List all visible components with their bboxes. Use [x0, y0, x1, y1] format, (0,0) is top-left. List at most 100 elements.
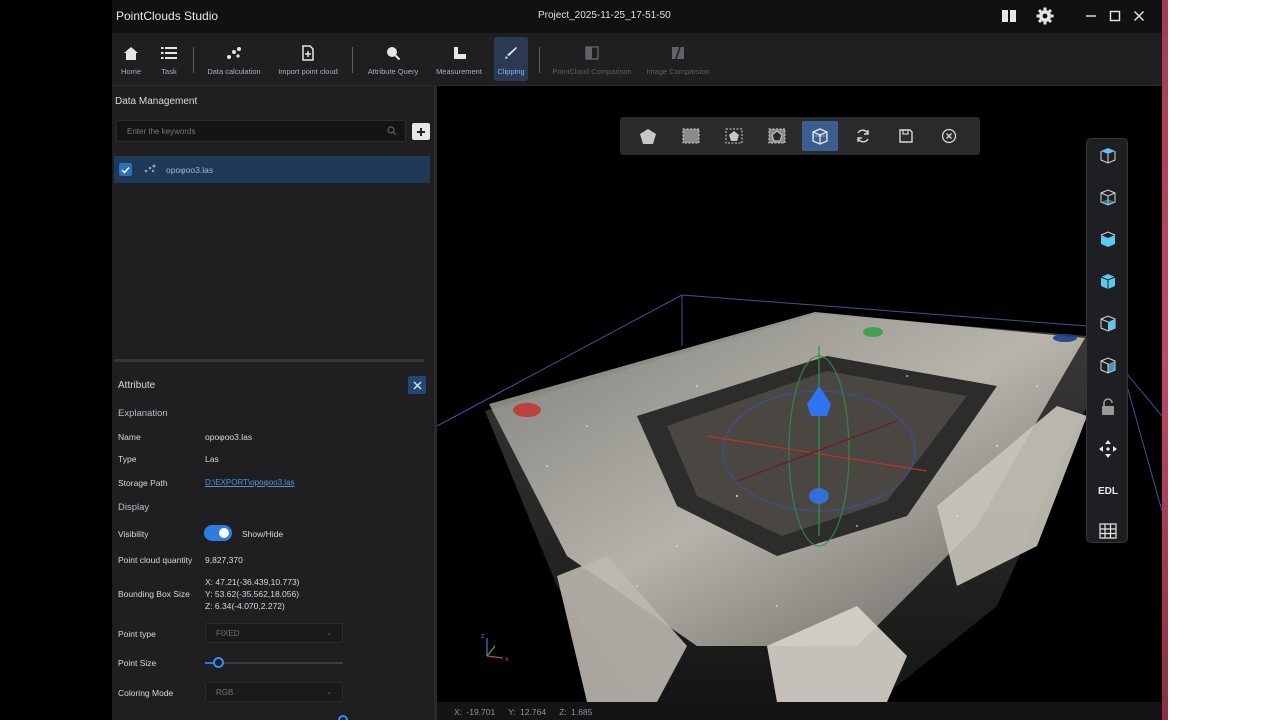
measurement-button[interactable]: Measurement — [432, 37, 486, 81]
image-comparison-label: Image Comparsion — [646, 67, 710, 76]
bounding-box-y: Y: 53.62(-35.562,18.056) — [205, 589, 300, 599]
view-back-cube-icon[interactable] — [1094, 267, 1122, 295]
maximize-icon[interactable] — [1104, 6, 1126, 26]
left-panel: Data Management Enter the keywords ороφо… — [112, 86, 436, 720]
point-size-handle[interactable] — [213, 657, 225, 668]
view-bottom-cube-icon[interactable] — [1094, 183, 1122, 211]
project-title: Project_2025-11-25_17-51-50 — [538, 10, 671, 21]
book-icon[interactable] — [998, 6, 1020, 26]
image-comparison-button[interactable]: Image Comparsion — [644, 37, 712, 81]
task-button[interactable]: Task — [156, 37, 182, 81]
scatter-dots-icon — [224, 43, 244, 63]
coloring-mode-select[interactable]: RGB ⌄ — [205, 682, 343, 702]
visibility-toggle[interactable] — [204, 525, 232, 541]
attribute-header: Attribute — [112, 372, 436, 398]
coloring-mode-value: RGB — [216, 688, 234, 697]
status-bar: X: -19.701 Y: 12.764 Z: 1.685 — [437, 702, 1162, 720]
view-front-cube-icon[interactable] — [1094, 225, 1122, 253]
grid-icon[interactable] — [1094, 517, 1122, 545]
point-type-select[interactable]: FIXED ⌄ — [205, 623, 343, 643]
coord-y: Y: 12.764 — [508, 707, 547, 717]
file-import-icon — [298, 43, 318, 63]
view-top-cube-icon[interactable] — [1094, 141, 1122, 169]
storage-path-label: Storage Path — [118, 478, 168, 488]
list-icon — [159, 43, 179, 63]
panel-scroll-handle[interactable] — [114, 359, 424, 362]
clipping-button[interactable]: Clipping — [494, 37, 528, 81]
toolbar-separator — [539, 47, 540, 73]
svg-text:z: z — [481, 633, 485, 640]
clipping-toolbar — [620, 117, 980, 155]
point-cloud-render[interactable]: z x — [437, 86, 1162, 702]
name-label: Name — [118, 432, 141, 442]
lock-icon[interactable] — [1094, 393, 1122, 421]
add-file-button[interactable] — [412, 123, 430, 140]
point-size-slider[interactable] — [205, 657, 343, 668]
3d-viewport[interactable]: z x EDL — [437, 86, 1162, 702]
plus-icon — [417, 127, 425, 136]
coord-x: X: -19.701 — [454, 707, 496, 717]
view-toolbar: EDL — [1086, 138, 1128, 543]
title-bar: PointClouds Studio Project_2025-11-25_17… — [112, 0, 1162, 33]
task-label: Task — [161, 67, 177, 76]
view-left-cube-icon[interactable] — [1094, 309, 1122, 337]
close-icon[interactable] — [1128, 6, 1150, 26]
name-value: ороφоо3.las — [205, 432, 253, 442]
import-point-cloud-button[interactable]: Import point cloud — [274, 37, 342, 81]
home-label: Home — [120, 67, 141, 76]
edl-button[interactable]: EDL — [1094, 477, 1122, 505]
bounding-box-label: Bounding Box Size — [118, 589, 190, 599]
search-box[interactable]: Enter the keywords — [116, 120, 406, 142]
image-compare-icon — [668, 43, 688, 63]
pointcloud-comparison-label: PointCloud Comparison — [552, 67, 632, 76]
pan-move-icon[interactable] — [1094, 435, 1122, 463]
file-checkbox[interactable] — [119, 163, 132, 176]
ruler-icon — [449, 43, 469, 63]
display-heading: Display — [118, 502, 150, 513]
desktop-background — [1162, 0, 1280, 720]
type-label: Type — [118, 454, 137, 464]
import-point-cloud-label: Import point cloud — [278, 67, 338, 76]
polygon-inside-clip-icon[interactable] — [716, 121, 752, 151]
point-cloud-quantity-value: 9,827,370 — [205, 555, 243, 565]
view-right-cube-icon[interactable] — [1094, 351, 1122, 379]
attribute-query-label: Attribute Query — [367, 67, 419, 76]
settings-gear-icon[interactable] — [1034, 6, 1056, 26]
save-icon[interactable] — [888, 121, 924, 151]
visibility-value: Show/Hide — [242, 529, 284, 539]
pointcloud-comparison-button[interactable]: PointCloud Comparison — [550, 37, 634, 81]
storage-path-link[interactable]: D:\EXPORT\ороφоо3.las — [205, 478, 295, 487]
chevron-down-icon: ⌄ — [326, 689, 332, 696]
point-cloud-icon — [144, 164, 156, 176]
file-list-item[interactable]: ороφоо3.las — [114, 156, 430, 183]
point-type-value: FIXED — [216, 629, 240, 638]
refresh-icon[interactable] — [845, 121, 881, 151]
polygon-clip-icon[interactable] — [630, 121, 666, 151]
attribute-title: Attribute — [118, 380, 156, 391]
home-button[interactable]: Home — [118, 37, 144, 81]
chevron-down-icon: ⌄ — [326, 630, 332, 637]
data-calculation-button[interactable]: Data calculation — [204, 37, 264, 81]
attribute-query-button[interactable]: Attribute Query — [364, 37, 422, 81]
rectangle-clip-icon[interactable] — [673, 121, 709, 151]
app-title: PointClouds Studio — [116, 9, 219, 23]
search-input[interactable]: Enter the keywords — [127, 127, 195, 136]
search-icon — [383, 43, 403, 63]
point-cloud-quantity-label: Point cloud quantity — [118, 555, 193, 565]
bounding-box-z: Z: 6.34(-4.070,2.272) — [205, 601, 285, 611]
desktop-wallpaper-strip — [1162, 0, 1168, 720]
slider-handle-partial[interactable] — [338, 715, 348, 720]
svg-text:x: x — [505, 656, 509, 663]
measurement-label: Measurement — [436, 67, 482, 76]
search-icon[interactable] — [387, 126, 397, 138]
close-icon — [412, 380, 422, 390]
visibility-label: Visibility — [118, 529, 149, 539]
close-circle-icon[interactable] — [931, 121, 967, 151]
app-window: PointClouds Studio Project_2025-11-25_17… — [112, 0, 1162, 720]
attribute-close-button[interactable] — [408, 376, 426, 394]
polygon-outside-clip-icon[interactable] — [759, 121, 795, 151]
minimize-icon[interactable] — [1080, 6, 1102, 26]
data-management-title: Data Management — [115, 96, 198, 107]
home-icon — [121, 43, 141, 63]
box-clip-icon[interactable] — [802, 121, 838, 151]
